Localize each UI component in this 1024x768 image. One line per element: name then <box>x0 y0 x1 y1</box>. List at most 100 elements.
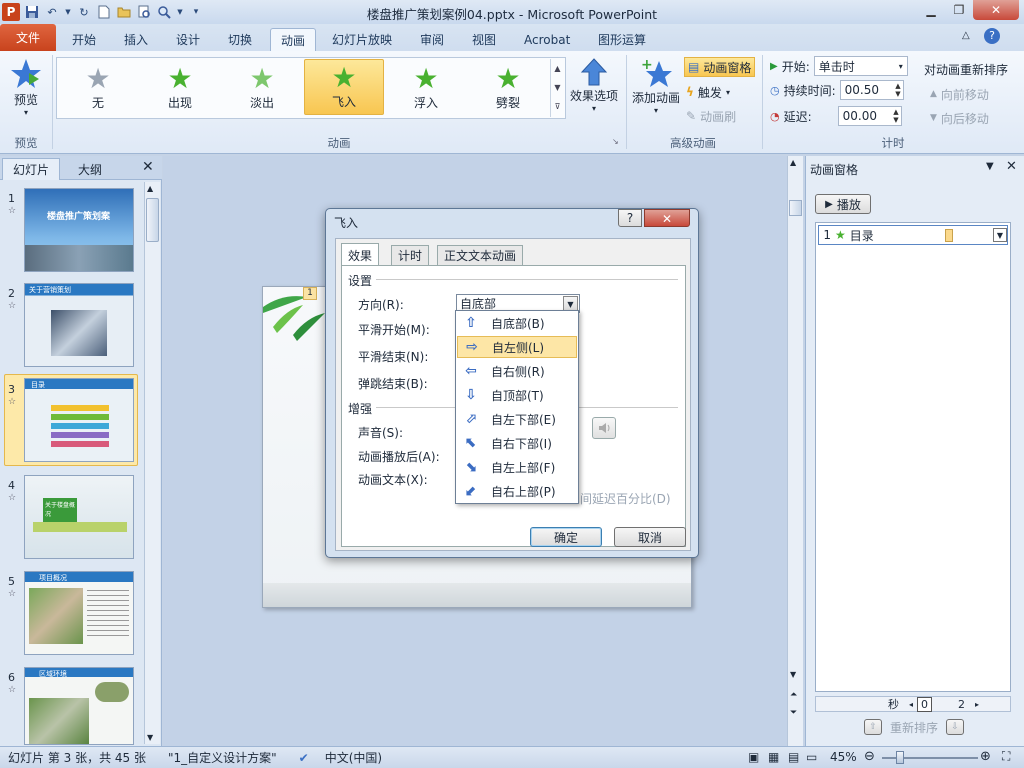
minimize-button[interactable]: ▁ <box>917 0 945 20</box>
trigger-button[interactable]: ϟ 触发 ▾ <box>686 81 730 103</box>
scroll-thumb[interactable] <box>789 200 802 216</box>
tab-home[interactable]: 开始 <box>62 28 106 51</box>
direction-option-right[interactable]: ⇦ 自右侧(R) <box>457 360 577 382</box>
tab-review[interactable]: 审阅 <box>410 28 454 51</box>
animation-pane-button[interactable]: ▤ 动画窗格 <box>684 57 756 77</box>
reorder-down-button[interactable]: ⇩ <box>946 719 965 735</box>
dialog-close-button[interactable]: ✕ <box>644 209 690 227</box>
animation-pane-title: 动画窗格 <box>810 163 859 177</box>
slide-thumb-1[interactable]: 楼盘推广策划案 <box>24 188 134 272</box>
delay-clock-icon: ◔ <box>770 109 780 123</box>
slide-sorter-icon[interactable]: ▦ <box>768 750 779 764</box>
anim-fly-in[interactable]: ★ 飞入 <box>304 59 384 115</box>
zoom-in-icon[interactable]: ⊕ <box>980 749 991 764</box>
direction-option-left[interactable]: ⇨ 自左侧(L) <box>457 336 577 358</box>
move-later-button[interactable]: ▼ 向后移动 <box>930 107 989 129</box>
cancel-button[interactable]: 取消 <box>614 527 686 547</box>
tab-shape-ops[interactable]: 图形运算 <box>588 28 656 51</box>
window-title: 楼盘推广策划案例04.pptx - Microsoft PowerPoint <box>366 7 658 22</box>
close-pane-icon[interactable]: ✕ <box>142 159 154 175</box>
tab-slideshow[interactable]: 幻灯片放映 <box>322 28 402 51</box>
move-earlier-button[interactable]: ▲ 向前移动 <box>930 83 989 105</box>
timeline-ruler[interactable]: 秒 ◂ 0 2 ▸ <box>815 696 1011 712</box>
close-button[interactable]: ✕ <box>973 0 1019 20</box>
normal-view-icon[interactable]: ▣ <box>748 750 759 764</box>
animation-order-badge[interactable]: 1 <box>303 287 317 300</box>
slide-thumb-5[interactable]: 项目概况 <box>24 571 134 655</box>
anim-split[interactable]: ★ 劈裂 <box>468 59 548 115</box>
slide-thumb-2[interactable]: 关于营销策划 <box>24 283 134 367</box>
star-green-icon: ★ <box>413 62 439 95</box>
minimize-ribbon-icon[interactable]: △ <box>962 30 970 41</box>
fit-to-window-icon[interactable]: ⛶ <box>1002 749 1010 764</box>
preview-button[interactable]: 预览 ▾ <box>4 57 48 117</box>
ok-button[interactable]: 确定 <box>530 527 602 547</box>
direction-option-bottom-left[interactable]: ⬀ 自左下部(E) <box>457 408 577 430</box>
zoom-slider-thumb[interactable] <box>896 751 904 764</box>
animation-painter-button[interactable]: ✎ 动画刷 <box>686 105 736 127</box>
reading-view-icon[interactable]: ▤ <box>788 750 799 764</box>
tab-insert[interactable]: 插入 <box>114 28 158 51</box>
arrow-down-icon: ⇩ <box>465 387 477 403</box>
dialog-tab-text-animation[interactable]: 正文文本动画 <box>437 245 524 265</box>
add-star-icon: + <box>641 57 672 87</box>
pane-menu-icon[interactable]: ▼ <box>986 161 994 172</box>
tab-view[interactable]: 视图 <box>462 28 506 51</box>
item-dropdown-button[interactable]: ▼ <box>993 228 1007 242</box>
paintbrush-icon: ✎ <box>686 109 697 123</box>
close-pane-icon[interactable]: ✕ <box>1006 159 1017 174</box>
anim-fade[interactable]: ★ 淡出 <box>222 59 302 115</box>
timeline-bar[interactable] <box>945 229 953 242</box>
enhance-section-title: 增强 <box>348 402 373 416</box>
effect-options-button[interactable]: 效果选项 ▾ <box>566 57 622 113</box>
start-combo[interactable]: 单击时 ▾ <box>813 56 908 76</box>
tab-transitions[interactable]: 切换 <box>218 28 262 51</box>
slide-thumb-3[interactable]: 目录 <box>24 378 134 462</box>
direction-option-bottom[interactable]: ⇧ 自底部(B) <box>457 312 577 334</box>
slides-scrollbar[interactable]: ▲ ▼ <box>144 182 160 744</box>
zoom-level[interactable]: 45% <box>830 750 857 764</box>
up-arrow-icon <box>580 58 608 86</box>
dialog-launcher-icon[interactable]: ↘ <box>612 137 619 146</box>
direction-option-top-right[interactable]: ⬋ 自右上部(P) <box>457 480 577 502</box>
editor-scrollbar[interactable]: ▲ ▼ ⏶ ⏷ <box>787 156 803 746</box>
tab-outline[interactable]: 大纲 <box>68 158 112 180</box>
animation-list-item[interactable]: 1 ★ 目录 ▼ <box>818 225 1008 245</box>
add-animation-button[interactable]: + 添加动画 ▾ <box>630 57 682 115</box>
slide-thumb-6[interactable]: 区域环境 <box>24 667 134 745</box>
arrow-right-icon: ⇨ <box>466 339 478 355</box>
tab-file[interactable]: 文件 <box>0 24 56 51</box>
anim-appear[interactable]: ★ 出现 <box>140 59 220 115</box>
gallery-scroll[interactable]: ▲ ▼ ⊽ <box>550 59 564 117</box>
speaker-icon[interactable] <box>592 417 616 439</box>
spellcheck-icon[interactable]: ✔ <box>299 751 309 765</box>
theme-name[interactable]: "1_自定义设计方案" <box>168 749 277 766</box>
maximize-button[interactable]: ❐ <box>945 0 973 20</box>
previous-slide-icon[interactable]: ⏶ <box>790 690 797 700</box>
help-icon[interactable]: ? <box>984 28 1000 44</box>
delay-spinner[interactable]: 00.00 ▲ ▼ <box>837 106 902 126</box>
duration-spinner[interactable]: 00.50 ▲ ▼ <box>839 80 904 100</box>
play-button[interactable]: ▶ 播放 <box>815 194 871 214</box>
next-slide-icon[interactable]: ⏷ <box>790 708 797 718</box>
anim-none[interactable]: ★ 无 <box>58 59 138 115</box>
dialog-tab-timing[interactable]: 计时 <box>391 245 430 265</box>
zoom-out-icon[interactable]: ⊖ <box>864 749 875 764</box>
dialog-tab-effect[interactable]: 效果 <box>341 243 380 266</box>
direction-option-top[interactable]: ⇩ 自顶部(T) <box>457 384 577 406</box>
slideshow-view-icon[interactable]: ▭ <box>806 750 817 764</box>
tab-slides[interactable]: 幻灯片 <box>2 158 61 180</box>
dialog-help-button[interactable]: ? <box>618 209 642 227</box>
reorder-up-button[interactable]: ⇧ <box>864 719 882 735</box>
tab-design[interactable]: 设计 <box>166 28 210 51</box>
slide-thumb-4[interactable]: 关于楼盘概况 <box>24 475 134 559</box>
anim-float-in[interactable]: ★ 浮入 <box>386 59 466 115</box>
direction-option-bottom-right[interactable]: ⬉ 自右下部(I) <box>457 432 577 454</box>
tab-acrobat[interactable]: Acrobat <box>514 28 580 51</box>
combo-dropdown-arrow[interactable]: ▼ <box>563 296 578 311</box>
language-indicator[interactable]: 中文(中国) <box>325 749 382 766</box>
scroll-thumb[interactable] <box>146 198 159 242</box>
ribbon: 预览 ▾ 预览 ★ 无 ★ 出现 ★ 淡出 ★ 飞入 ★ 浮入 ★ 劈裂 ▲ ▼ ⊽ 效果选项 … <box>0 51 1024 154</box>
tab-animations[interactable]: 动画 <box>270 28 317 51</box>
direction-option-top-left[interactable]: ⬊ 自左上部(F) <box>457 456 577 478</box>
